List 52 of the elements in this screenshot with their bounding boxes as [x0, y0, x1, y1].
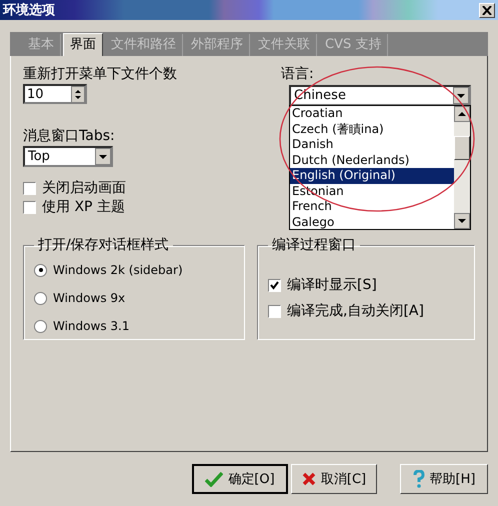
- language-option[interactable]: Czech (蓍瞔ina): [290, 122, 454, 137]
- dialog-button[interactable]: 帮助[H]: [400, 464, 488, 494]
- language-option[interactable]: French: [290, 199, 454, 214]
- language-option[interactable]: Croatian: [290, 106, 454, 122]
- radio-button[interactable]: [34, 320, 47, 332]
- spinner-value: 10: [27, 86, 44, 102]
- checkbox-label: 关闭启动画面: [42, 179, 126, 197]
- checkmark-icon: [205, 471, 224, 487]
- checkbox-option[interactable]: 编译完成,自动关闭[A]: [268, 298, 464, 324]
- field-label: 消息窗口Tabs:: [23, 127, 116, 146]
- checkbox-option[interactable]: 编译时显示[S]: [268, 272, 464, 298]
- dropdown-value: Top: [28, 149, 50, 164]
- checkbox[interactable]: [23, 182, 36, 194]
- question-mark-icon: [412, 470, 425, 488]
- spin-arrows-icon[interactable]: [71, 86, 85, 102]
- group-title: 打开/保存对话框样式: [37, 236, 170, 254]
- checkbox[interactable]: [268, 304, 281, 318]
- checkbox-option[interactable]: 使用 XP 主题: [23, 198, 281, 216]
- tabs-dropdown[interactable]: Top: [23, 146, 113, 167]
- dialog-button[interactable]: 取消[C]: [291, 464, 377, 494]
- radio-label: Windows 9x: [53, 291, 126, 305]
- number-spinner[interactable]: 10: [23, 84, 87, 104]
- scroll-bar[interactable]: [454, 106, 470, 229]
- radio-label: Windows 2k (sidebar): [53, 263, 183, 277]
- checkbox-label: 编译完成,自动关闭[A]: [287, 302, 424, 320]
- radio-option[interactable]: Windows 2k (sidebar): [34, 256, 234, 284]
- language-option[interactable]: Galego: [290, 214, 454, 229]
- checkbox-label: 编译时显示[S]: [287, 276, 377, 294]
- dialog-button[interactable]: 确定[O]: [192, 464, 288, 494]
- scroll-thumb[interactable]: [454, 136, 470, 160]
- checkbox-option[interactable]: 关闭启动画面: [23, 179, 281, 197]
- close-button[interactable]: [479, 2, 495, 18]
- checkbox[interactable]: [268, 278, 281, 292]
- group-title: 编译过程窗口: [271, 236, 357, 254]
- radio-label: Windows 3.1: [53, 319, 130, 333]
- checkbox[interactable]: [23, 200, 36, 214]
- field-label: 语言:: [281, 66, 314, 82]
- cross-icon: [302, 472, 316, 486]
- checkbox-label: 使用 XP 主题: [42, 198, 125, 216]
- radio-button[interactable]: [34, 264, 47, 276]
- close-icon: [482, 6, 492, 14]
- scroll-down-icon[interactable]: [454, 213, 470, 229]
- tab[interactable]: 界面: [63, 33, 103, 56]
- window-title: 环境选项: [3, 2, 55, 19]
- radio-option[interactable]: Windows 9x: [34, 284, 234, 312]
- radio-button[interactable]: [34, 292, 47, 304]
- radio-option[interactable]: Windows 3.1: [34, 312, 234, 340]
- language-option[interactable]: Dutch (Nederlands): [290, 152, 454, 168]
- language-option[interactable]: Danish: [290, 137, 454, 152]
- field-label: 重新打开菜单下文件个数: [23, 65, 178, 84]
- scroll-up-icon[interactable]: [454, 106, 470, 122]
- language-option[interactable]: English (Original): [290, 168, 454, 184]
